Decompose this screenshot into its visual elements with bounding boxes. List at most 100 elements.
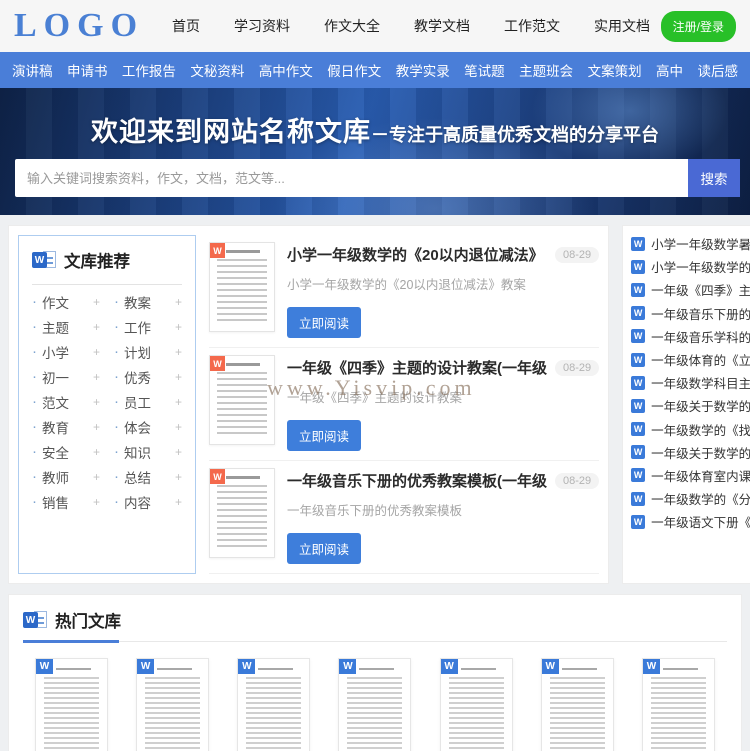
main-nav-item[interactable]: 工作范文: [504, 16, 560, 36]
register-login-button[interactable]: 注册/登录: [660, 10, 736, 42]
bullet-dot: ·: [114, 368, 119, 385]
word-badge-icon: W: [210, 469, 225, 484]
read-now-button[interactable]: 立即阅读: [287, 420, 362, 451]
doc-card[interactable]: W 小学一年级数学的: [326, 658, 423, 751]
bullet-dot: ·: [114, 393, 119, 410]
tag-link[interactable]: · 教案 +: [114, 289, 182, 314]
search-button[interactable]: 搜索: [688, 159, 740, 197]
tag-link[interactable]: · 范文 +: [32, 389, 100, 414]
site-logo[interactable]: LOGO: [14, 7, 144, 45]
search-input[interactable]: [15, 159, 688, 197]
article-thumbnail[interactable]: W: [209, 355, 275, 445]
list-item[interactable]: W 一年级数学的《找规律》课题的 08-29: [631, 418, 750, 441]
list-item-title: 一年级关于数学的认识图形教案: [651, 400, 750, 415]
doc-card[interactable]: W 129运动班会心得: [630, 658, 727, 751]
doc-card[interactable]: W 关于中秋节的小学: [529, 658, 626, 751]
tag-link[interactable]: · 内容 +: [114, 489, 182, 514]
tag-link[interactable]: · 安全 +: [32, 439, 100, 464]
article-description: 小学一年级数学的《20以内退位减法》教案: [287, 278, 526, 292]
tag-link[interactable]: · 作文 +: [32, 289, 100, 314]
article-thumbnail[interactable]: W: [209, 242, 275, 332]
article-title[interactable]: 一年级《四季》主题的设计教案(一年级: [287, 357, 547, 378]
category-nav-item[interactable]: 主题班会: [519, 60, 573, 80]
list-item[interactable]: W 一年级音乐下册的优秀教案模板 08-29: [631, 302, 750, 325]
doc-card[interactable]: W 小学一年级数学的: [23, 658, 120, 751]
thumbnail-heading-line: [258, 668, 294, 670]
list-item-title: 一年级数学科目主题的优秀教案: [651, 377, 750, 392]
tag-link[interactable]: · 销售 +: [32, 489, 100, 514]
recommend-header: W 文库推荐: [32, 248, 182, 272]
tag-link[interactable]: · 体会 +: [114, 414, 182, 439]
tag-label: 作文: [42, 295, 69, 311]
category-nav-item[interactable]: 工作报告: [122, 60, 176, 80]
list-item[interactable]: W 一年级音乐学科的主题教案(一 08-29: [631, 325, 750, 348]
read-now-button[interactable]: 立即阅读: [287, 307, 362, 338]
article-thumbnail[interactable]: W: [209, 468, 275, 558]
word-file-icon: W: [631, 468, 646, 483]
doc-card[interactable]: W 关于溺水的自救方: [428, 658, 525, 751]
word-badge-icon: W: [642, 659, 660, 674]
category-nav-item[interactable]: 笔试题: [464, 60, 505, 80]
hot-library-section: W 热门文库 W 小学一年级数学的 W: [8, 594, 742, 751]
category-nav-item[interactable]: 读后感: [697, 60, 738, 80]
tag-link[interactable]: · 初一 +: [32, 364, 100, 389]
category-nav-item[interactable]: 教学实录: [396, 60, 450, 80]
tag-link[interactable]: · 员工 +: [114, 389, 182, 414]
plus-mark: +: [174, 294, 182, 309]
list-item[interactable]: W 一年级《四季》主题的设计教案 08-29: [631, 278, 750, 301]
main-nav-item[interactable]: 首页: [172, 16, 200, 36]
main-nav-item[interactable]: 教学文档: [414, 16, 470, 36]
tag-link[interactable]: · 小学 +: [32, 339, 100, 364]
main-nav-item[interactable]: 作文大全: [324, 16, 380, 36]
tag-link[interactable]: · 工作 +: [114, 314, 182, 339]
list-item[interactable]: W 小学一年级数学暑假作业题 08-29: [631, 232, 750, 255]
list-item[interactable]: W 一年级数学科目主题的优秀教案 08-29: [631, 371, 750, 394]
plus-mark: +: [92, 344, 100, 359]
category-nav-item[interactable]: 文秘资料: [190, 60, 244, 80]
tag-link[interactable]: · 知识 +: [114, 439, 182, 464]
list-item-title: 一年级音乐学科的主题教案(一: [651, 330, 750, 345]
tag-link[interactable]: · 优秀 +: [114, 364, 182, 389]
list-item[interactable]: W 一年级体育室内课的教案(一年 08-29: [631, 464, 750, 487]
plus-mark: +: [92, 294, 100, 309]
category-nav-item[interactable]: 假日作文: [327, 60, 381, 80]
main-nav-item[interactable]: 学习资料: [234, 16, 290, 36]
thumbnail-text-lines: [650, 677, 706, 751]
word-doc-icon: W: [23, 610, 48, 630]
word-file-icon: W: [631, 422, 646, 437]
thumbnail-text-lines: [448, 677, 504, 751]
doc-card[interactable]: W 高中教师心得体会: [225, 658, 322, 751]
tag-label: 小学: [42, 345, 69, 361]
tag-link[interactable]: · 主题 +: [32, 314, 100, 339]
list-item[interactable]: W 一年级语文下册《动物儿歌》的 08-29: [631, 510, 750, 533]
read-now-button[interactable]: 立即阅读: [287, 533, 362, 564]
list-item[interactable]: W 一年级体育的《立定跳远》项目 08-29: [631, 348, 750, 371]
article-title[interactable]: 一年级音乐下册的优秀教案模板(一年级: [287, 470, 547, 491]
category-nav-item[interactable]: 演讲稿: [12, 60, 53, 80]
list-item[interactable]: W 一年级关于数学的认识图形教案 08-29: [631, 394, 750, 417]
category-nav-item[interactable]: 申请书: [67, 60, 108, 80]
tag-link[interactable]: · 计划 +: [114, 339, 182, 364]
category-nav-item[interactable]: 文案策划: [588, 60, 642, 80]
section-top: W 文库推荐 · 作文 + · 教案 + · 主题 + · 工作 + · 小学 …: [8, 225, 750, 584]
category-nav-item[interactable]: 高中: [656, 60, 683, 80]
library-recommend-card: W 文库推荐 · 作文 + · 教案 + · 主题 + · 工作 + · 小学 …: [18, 235, 196, 574]
tag-link[interactable]: · 教师 +: [32, 464, 100, 489]
bullet-dot: ·: [32, 443, 37, 460]
tag-link[interactable]: · 总结 +: [114, 464, 182, 489]
hot-library-title: 热门文库: [55, 613, 121, 631]
article-title[interactable]: 小学一年级数学的《20以内退位减法》: [287, 244, 547, 265]
tag-label: 员工: [124, 395, 151, 411]
list-item-title: 一年级语文下册《动物儿歌》的: [651, 516, 750, 531]
plus-mark: +: [174, 444, 182, 459]
left-panel: W 文库推荐 · 作文 + · 教案 + · 主题 + · 工作 + · 小学 …: [8, 225, 610, 584]
word-badge-icon: W: [238, 659, 256, 674]
plus-mark: +: [92, 494, 100, 509]
list-item[interactable]: W 一年级关于数学的《找规律》教 08-29: [631, 441, 750, 464]
list-item[interactable]: W 一年级数学的《分类和整理》专 08-29: [631, 487, 750, 510]
list-item[interactable]: W 小学一年级数学的《20以内退位 08-29: [631, 255, 750, 278]
main-nav-item[interactable]: 实用文档: [594, 16, 650, 36]
tag-link[interactable]: · 教育 +: [32, 414, 100, 439]
doc-card[interactable]: W 学校防溺水安全教: [124, 658, 221, 751]
category-nav-item[interactable]: 高中作文: [259, 60, 313, 80]
